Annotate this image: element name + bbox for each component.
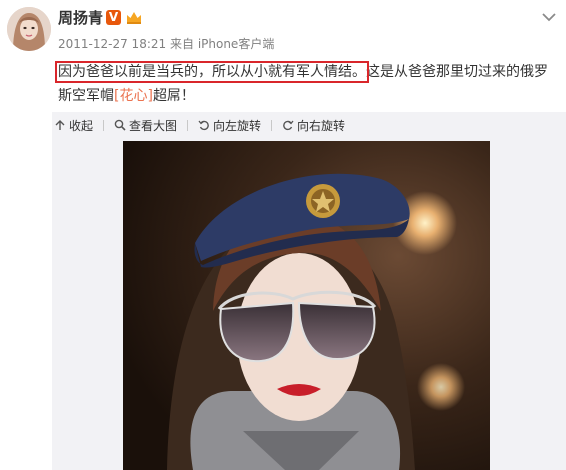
toolbar-divider xyxy=(271,119,273,131)
chevron-down-icon[interactable] xyxy=(541,8,557,22)
toolbar-divider xyxy=(187,119,189,131)
verified-badge-icon: V xyxy=(106,10,121,25)
view-large-label: 查看大图 xyxy=(129,118,178,133)
post-source[interactable]: iPhone客户端 xyxy=(198,37,275,51)
emoticon-text: [花心] xyxy=(114,88,153,104)
highlighted-sentence: 因为爸爸以前是当兵的，所以从小就有军人情结。 xyxy=(55,61,369,83)
collapse-label: 收起 xyxy=(69,118,94,133)
member-icon[interactable] xyxy=(125,10,143,25)
post-meta: 2011-12-27 18:21 来自 iPhone客户端 xyxy=(58,36,274,52)
source-prefix: 来自 xyxy=(169,37,194,51)
post-photo[interactable] xyxy=(123,141,490,470)
post-text: 因为爸爸以前是当兵的，所以从小就有军人情结。这是从爸爸那里切过来的俄罗斯空军帽[… xyxy=(55,60,558,108)
rotate-left-label: 向左旋转 xyxy=(213,118,262,133)
post-timestamp[interactable]: 2011-12-27 18:21 xyxy=(58,37,166,51)
collapse-icon xyxy=(55,120,65,130)
avatar[interactable] xyxy=(7,7,51,51)
toolbar-divider xyxy=(103,119,105,131)
rotate-right-label: 向右旋转 xyxy=(297,118,346,133)
weibo-post: 周扬青 V 2011-12-27 18:21 来自 iPhone客户端 因为爸爸… xyxy=(0,0,566,470)
username[interactable]: 周扬青 xyxy=(58,8,103,28)
rotate-right-button[interactable]: 向右旋转 xyxy=(282,117,345,134)
magnifier-icon xyxy=(114,119,126,131)
rotate-right-icon xyxy=(283,120,294,131)
view-large-button[interactable]: 查看大图 xyxy=(114,117,177,134)
media-toolbar: 收起 查看大图 向左旋转 向右旋转 xyxy=(54,116,355,134)
collapse-button[interactable]: 收起 xyxy=(54,117,93,134)
rotate-left-icon xyxy=(198,120,209,131)
rotate-left-button[interactable]: 向左旋转 xyxy=(198,117,261,134)
post-text-end: 超屌！ xyxy=(152,88,195,104)
